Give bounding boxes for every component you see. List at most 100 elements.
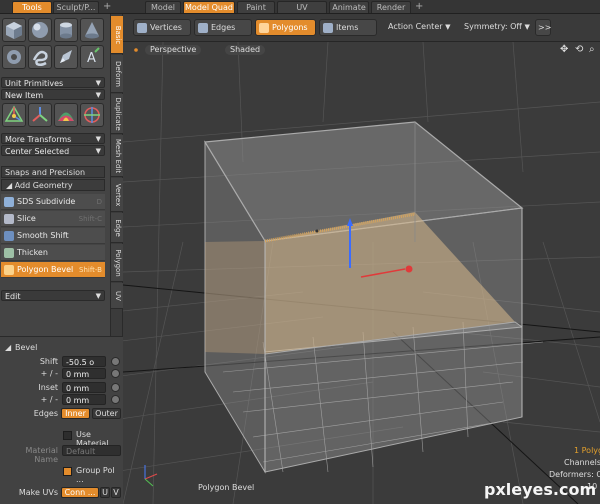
unit-primitives-dropdown[interactable]: Unit Primitives ▼ (1, 77, 105, 88)
symmetry-dropdown[interactable]: Symmetry: Off ▼ (461, 19, 533, 36)
pen-icon (60, 50, 72, 63)
polygons-icon (259, 23, 269, 33)
new-item-dropdown[interactable]: New Item ▼ (1, 89, 105, 100)
rotate-tool-button[interactable] (28, 103, 52, 127)
thicken-icon (4, 248, 14, 258)
cylinder-primitive-button[interactable] (54, 18, 78, 42)
use-material-checkbox[interactable] (63, 431, 72, 440)
make-uvs-connected-button[interactable]: Conn ... (61, 487, 99, 498)
viewport-indicator-icon (134, 48, 138, 52)
watermark: pxleyes.com (484, 480, 597, 499)
inset-label: Inset (38, 383, 58, 392)
center-selected-dropdown[interactable]: Center Selected ▼ (1, 145, 105, 156)
pen-tool-button[interactable] (54, 45, 78, 69)
scale-icon (58, 112, 74, 121)
projection-dropdown[interactable]: Perspective (145, 45, 202, 55)
polygon-bevel-icon (4, 265, 14, 275)
tab-tools[interactable]: Tools (12, 1, 52, 13)
tab-model-quad[interactable]: Model Quad (183, 1, 235, 13)
tab-sculpt-paint[interactable]: Sculpt/P... (53, 1, 99, 13)
edges-outer-button[interactable]: Outer (92, 408, 121, 419)
tab-model[interactable]: Model (145, 1, 181, 13)
move-view-icon[interactable]: ✥ (560, 44, 568, 55)
more-transforms-dropdown[interactable]: More Transforms ▼ (1, 133, 105, 144)
cube-mesh[interactable] (203, 121, 524, 474)
sphere-icon (32, 22, 48, 38)
shift-knob-icon[interactable] (111, 357, 120, 366)
add-geometry-header[interactable]: ◢ Add Geometry (1, 179, 105, 191)
shift-field[interactable]: -50.5 o (62, 356, 106, 367)
tool-smooth-shift[interactable]: Smooth Shift (1, 228, 105, 244)
cube-icon (6, 22, 22, 39)
material-name-label: Material Name (25, 446, 59, 464)
rotate-view-icon[interactable]: ⟲ (575, 44, 583, 55)
collapse-arrow-icon: ◢ (6, 181, 15, 190)
tool-thicken[interactable]: Thicken (1, 245, 105, 261)
tab-animate[interactable]: Animate (329, 1, 369, 13)
make-uvs-v-button[interactable]: V (111, 487, 121, 498)
tab-uv[interactable]: UV (277, 1, 327, 13)
add-left-tab-button[interactable]: + (103, 0, 111, 13)
inset-field[interactable]: 0 mm (62, 382, 106, 393)
scale-tool-button[interactable] (54, 103, 78, 127)
capsule-primitive-button[interactable] (2, 45, 26, 69)
sds-icon (4, 197, 14, 207)
capsule-icon (7, 50, 21, 64)
polygons-mode-button[interactable]: Polygons (255, 19, 316, 36)
group-polygons-checkbox[interactable] (63, 467, 72, 476)
shift-pm-field[interactable]: 0 mm (62, 368, 106, 379)
bevel-title: Bevel (15, 343, 38, 352)
edges-mode-button[interactable]: Edges (194, 19, 252, 36)
move-icon (4, 105, 24, 122)
tool-polygon-bevel[interactable]: Polygon Bevel Shift-B (1, 262, 105, 278)
transform-icon (84, 107, 100, 123)
tab-paint[interactable]: Paint (237, 1, 275, 13)
snaps-precision-header[interactable]: Snaps and Precision (1, 166, 105, 178)
move-tool-button[interactable] (2, 103, 26, 127)
cube-primitive-button[interactable] (2, 18, 26, 42)
zoom-view-icon[interactable]: ⌕ (589, 44, 595, 55)
shift-label: Shift (39, 357, 58, 366)
make-uvs-u-button[interactable]: U (100, 487, 110, 498)
selection-toolbar: Vertices Edges Polygons Items Action Cen… (123, 14, 600, 42)
add-tab-button[interactable]: + (415, 0, 423, 13)
edit-dropdown[interactable]: Edit ▼ (1, 290, 105, 301)
edges-inner-button[interactable]: Inner (61, 408, 90, 419)
group-polygons-label: Group Pol ... (76, 466, 115, 484)
sphere-primitive-button[interactable] (28, 18, 52, 42)
bevel-properties-panel: ◢ Bevel Shift -50.5 o + / - 0 mm Inset 0… (0, 336, 123, 504)
inset-pm-label: + / - (40, 395, 58, 404)
rotate-icon (32, 107, 48, 122)
scene-canvas[interactable] (123, 42, 600, 504)
spiral-icon (32, 50, 48, 67)
material-name-dropdown[interactable]: Default (62, 445, 121, 456)
items-icon (323, 23, 333, 33)
cone-primitive-button[interactable] (80, 18, 104, 42)
make-uvs-label: Make UVs (18, 488, 58, 497)
spiral-primitive-button[interactable] (28, 45, 52, 69)
tab-render[interactable]: Render (371, 1, 411, 13)
items-mode-button[interactable]: Items (319, 19, 377, 36)
tool-sds-subdivide[interactable]: SDS Subdivide D (1, 194, 105, 210)
info-deformers: Deformers: O (549, 470, 600, 479)
shading-dropdown[interactable]: Shaded (225, 45, 266, 55)
inset-pm-knob-icon[interactable] (111, 395, 120, 404)
text-icon: A (87, 47, 100, 66)
x-handle-knob-icon[interactable] (405, 265, 413, 273)
text-tool-button[interactable]: A (80, 45, 104, 69)
3d-viewport[interactable]: Perspective Shaded ✥ ⟲ ⌕ Polygon Bevel 1… (123, 42, 600, 504)
shift-pm-knob-icon[interactable] (111, 369, 120, 378)
slice-icon (4, 214, 14, 224)
transform-tool-button[interactable] (80, 103, 104, 127)
pointer-icon (315, 229, 319, 233)
inset-knob-icon[interactable] (111, 383, 120, 392)
bevel-collapse-icon[interactable]: ◢ (5, 343, 11, 352)
shift-pm-label: + / - (40, 369, 58, 378)
inset-pm-field[interactable]: 0 mm (62, 394, 106, 405)
vertices-mode-button[interactable]: Vertices (133, 19, 191, 36)
action-center-dropdown[interactable]: Action Center ▼ (385, 19, 457, 36)
cone-icon (85, 22, 99, 39)
tool-slice[interactable]: Slice Shift-C (1, 211, 105, 227)
more-options-button[interactable]: >> (535, 19, 551, 36)
svg-text:A: A (87, 51, 96, 66)
